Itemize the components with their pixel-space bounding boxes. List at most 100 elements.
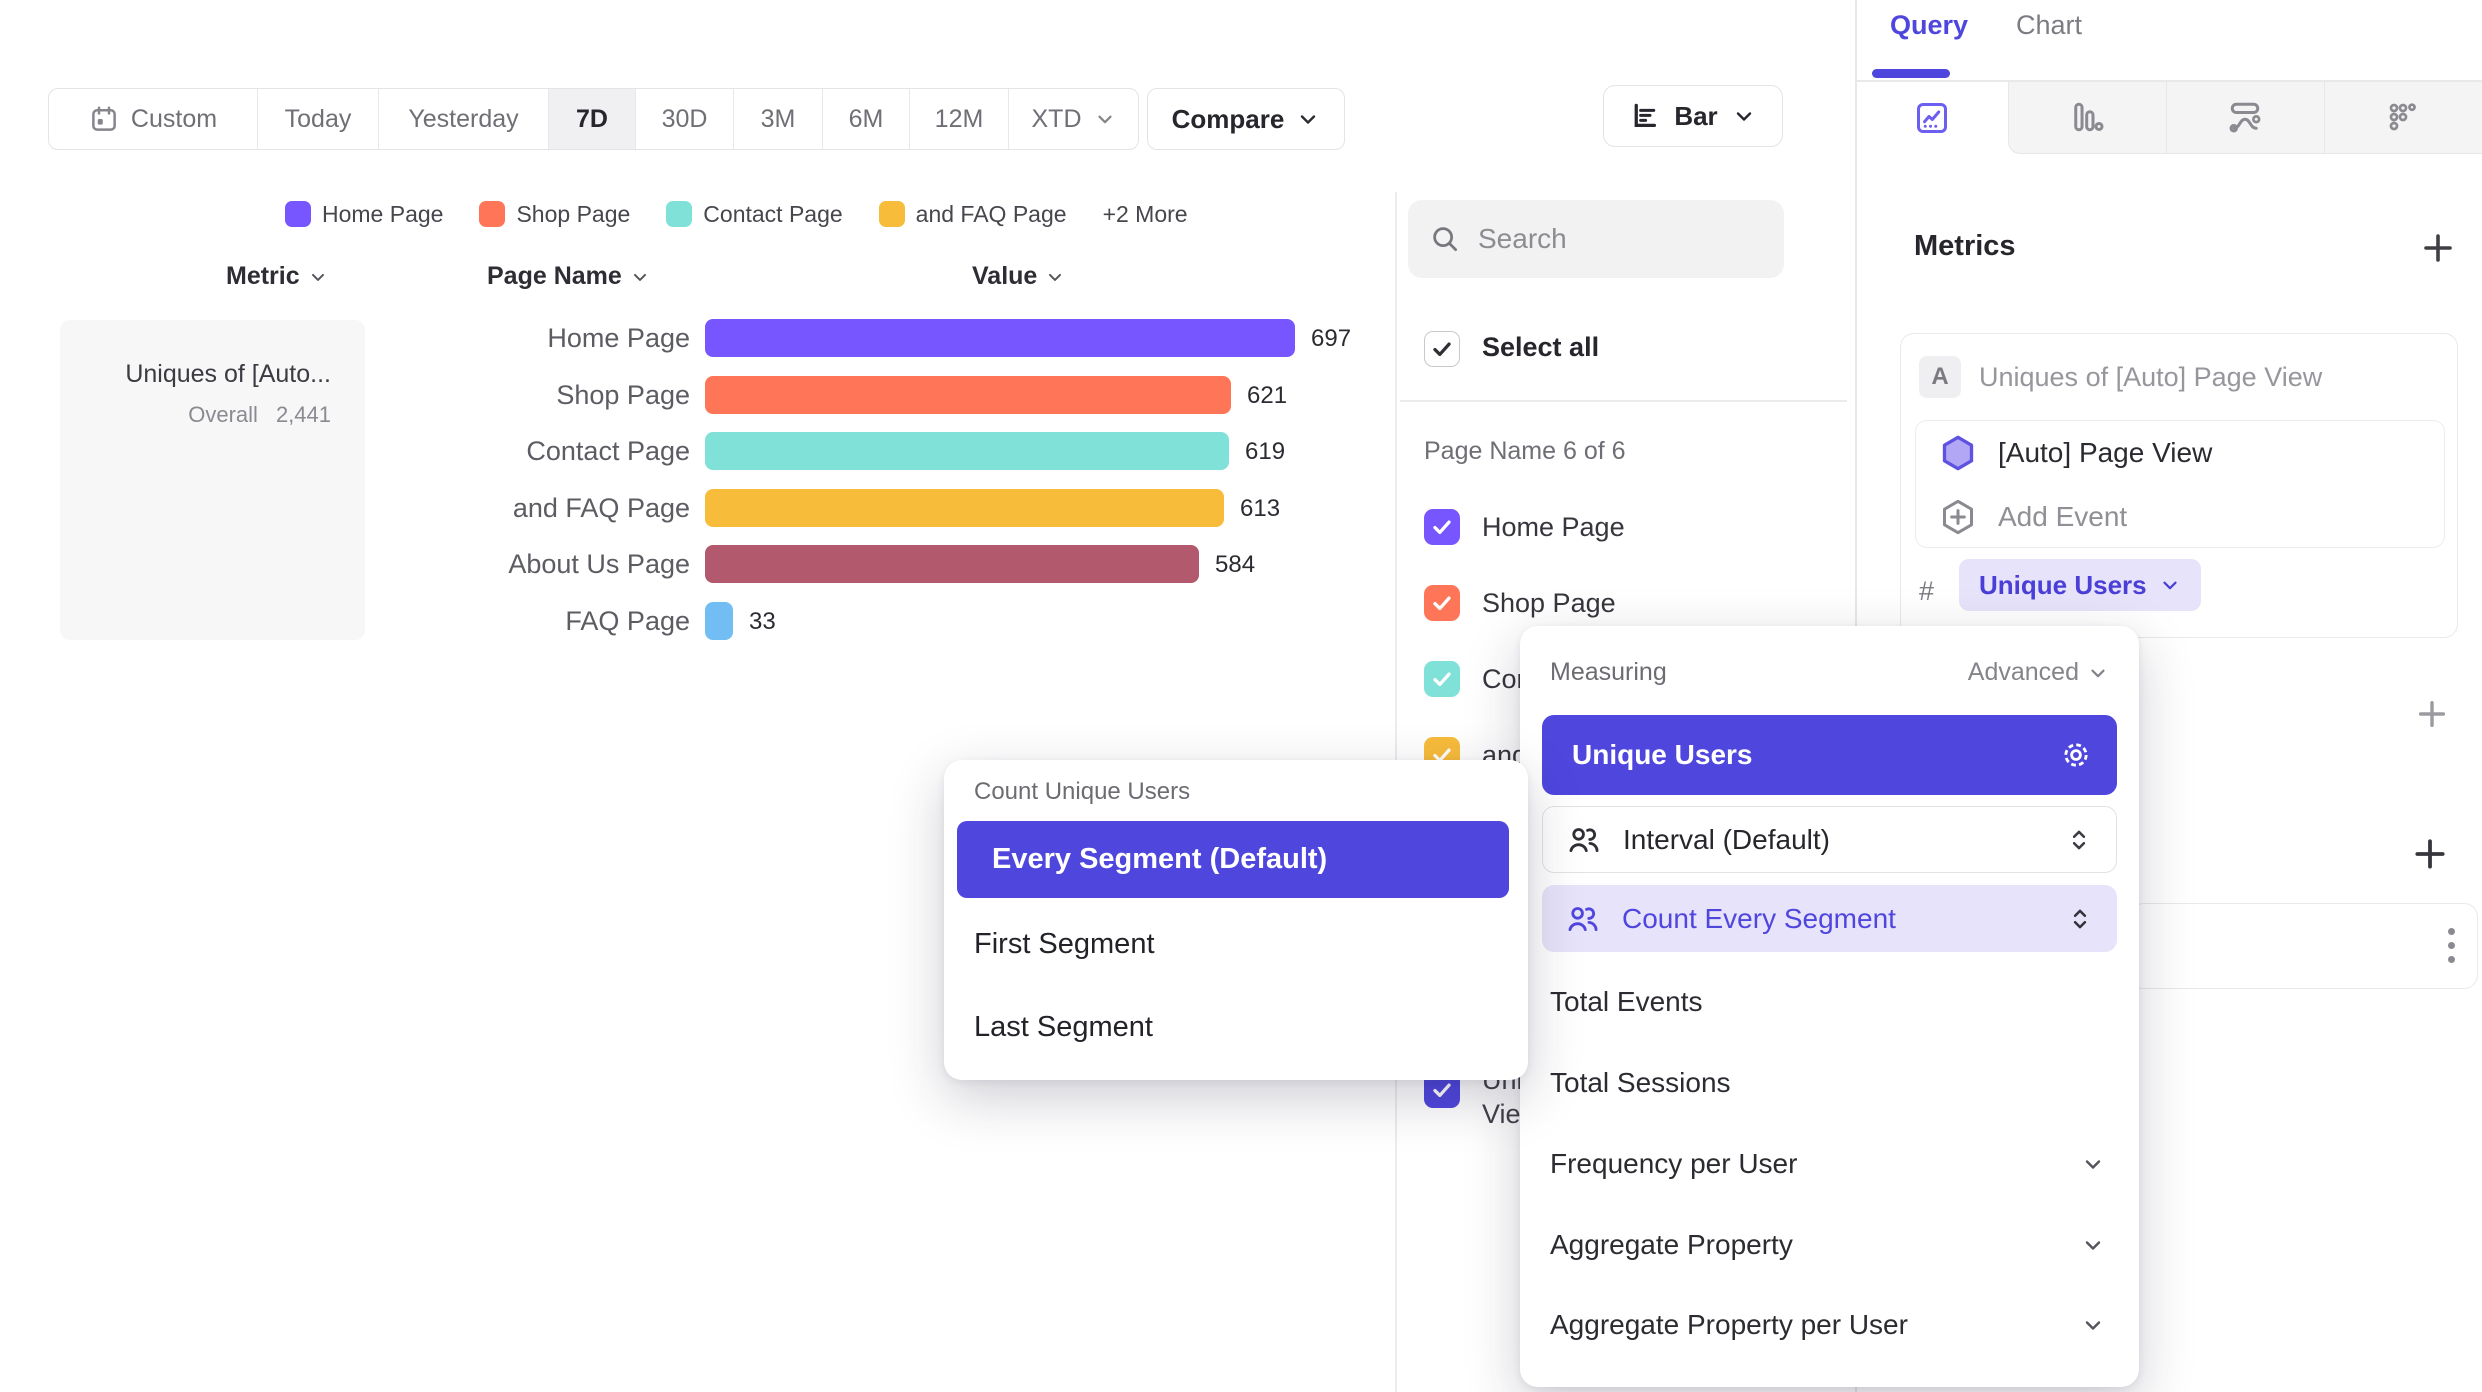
legend-label: and FAQ Page — [916, 201, 1067, 228]
measure-label: Unique Users — [1979, 570, 2147, 601]
count-option-last-segment[interactable]: Last Segment — [974, 999, 1153, 1055]
report-tab-flows[interactable] — [2167, 82, 2325, 153]
column-header-metric[interactable]: Metric — [226, 262, 328, 291]
date-range-label: 12M — [935, 105, 984, 134]
date-range-label: Today — [285, 105, 352, 134]
app-canvas: Custom Today Yesterday 7D 30D 3M 6M 12M … — [0, 0, 2482, 1392]
interval-selector[interactable]: Interval (Default) — [1542, 806, 2117, 873]
date-range-30d[interactable]: 30D — [636, 89, 734, 149]
report-tab-group — [2008, 82, 2482, 154]
selected-count-option: Every Segment (Default) — [992, 843, 1327, 876]
bar-chart: Home Page 697 Shop Page 621 Contact Page… — [0, 310, 1400, 660]
segment-label: Shop Page — [1482, 588, 1616, 619]
table-row: About Us Page 584 — [0, 536, 1400, 593]
measuring-option-unique-users[interactable]: Unique Users — [1542, 715, 2117, 795]
count-option-every-segment[interactable]: Every Segment (Default) — [957, 821, 1509, 898]
chevron-down-icon — [1732, 104, 1756, 128]
date-range-label: Yesterday — [408, 105, 518, 134]
count-option-first-segment[interactable]: First Segment — [974, 916, 1155, 972]
event-row[interactable]: [Auto] Page View — [1916, 421, 2444, 485]
bar — [705, 489, 1224, 527]
value-label: 619 — [1245, 423, 1285, 480]
add-metric-button[interactable] — [2418, 228, 2458, 268]
select-all-label[interactable]: Select all — [1482, 332, 1599, 363]
report-tab-insights[interactable] — [1857, 82, 2008, 154]
legend-item[interactable]: and FAQ Page — [879, 201, 1067, 228]
date-range-custom[interactable]: Custom — [49, 89, 258, 149]
plus-icon — [2415, 697, 2449, 731]
tab-chart[interactable]: Chart — [2016, 10, 2082, 41]
date-range-7d[interactable]: 7D — [549, 89, 636, 149]
select-all-checkbox[interactable] — [1424, 331, 1460, 367]
column-header-label: Value — [972, 262, 1037, 291]
add-filter-button[interactable] — [2412, 694, 2452, 734]
search-input[interactable] — [1478, 223, 1738, 255]
measuring-option[interactable]: Aggregate Property per User — [1550, 1297, 2109, 1353]
value-label: 584 — [1215, 536, 1255, 593]
stepper-icon[interactable] — [2067, 906, 2093, 932]
column-header-value[interactable]: Value — [972, 262, 1065, 291]
breakdown-card — [2130, 903, 2478, 989]
category-label: Shop Page — [290, 367, 690, 424]
legend-item[interactable]: Contact Page — [666, 201, 842, 228]
column-header-page-name[interactable]: Page Name — [487, 262, 650, 291]
advanced-dropdown[interactable]: Advanced — [1968, 658, 2109, 687]
compare-button[interactable]: Compare — [1147, 88, 1345, 150]
measuring-title: Measuring — [1550, 658, 1667, 687]
date-range-yesterday[interactable]: Yesterday — [379, 89, 549, 149]
stepper-icon[interactable] — [2066, 827, 2092, 853]
event-card: [Auto] Page View Add Event — [1915, 420, 2445, 548]
legend-label: Shop Page — [516, 201, 630, 228]
count-menu-title: Count Unique Users — [974, 778, 1190, 806]
value-label: 697 — [1311, 310, 1351, 367]
date-range-12m[interactable]: 12M — [910, 89, 1009, 149]
table-row: Contact Page 619 — [0, 423, 1400, 480]
chart-type-dropdown[interactable]: Bar — [1603, 85, 1783, 147]
table-row: Shop Page 621 — [0, 367, 1400, 424]
chevron-down-icon — [1296, 107, 1320, 131]
chart-legend: Home Page Shop Page Contact Page and FAQ… — [285, 200, 1188, 228]
report-tab-funnels[interactable] — [2009, 82, 2167, 153]
date-range-3m[interactable]: 3M — [734, 89, 823, 149]
date-range-label: 6M — [849, 105, 884, 134]
measuring-option-label: Total Events — [1550, 986, 1703, 1017]
count-mode-selector[interactable]: Count Every Segment — [1542, 885, 2117, 952]
chevron-down-icon — [2081, 1313, 2105, 1337]
measuring-option-label: Total Sessions — [1550, 1067, 1731, 1098]
add-event-row[interactable]: Add Event — [1916, 485, 2444, 549]
date-range-label: 3M — [761, 105, 796, 134]
measuring-option[interactable]: Frequency per User — [1550, 1136, 2109, 1192]
legend-swatch — [666, 201, 692, 227]
date-range-6m[interactable]: 6M — [823, 89, 910, 149]
segment-checkbox[interactable] — [1424, 509, 1460, 545]
category-label: FAQ Page — [290, 593, 690, 650]
measuring-option[interactable]: Total Sessions — [1550, 1055, 2109, 1111]
date-range-xtd[interactable]: XTD — [1009, 89, 1138, 149]
check-icon — [1429, 336, 1455, 362]
tab-query[interactable]: Query — [1890, 10, 1968, 41]
metric-card: A Uniques of [Auto] Page View [Auto] Pag… — [1900, 333, 2458, 638]
measuring-option-label: Frequency per User — [1550, 1148, 1797, 1179]
measure-dropdown[interactable]: Unique Users — [1959, 559, 2201, 611]
measuring-option[interactable]: Total Events — [1550, 974, 2109, 1030]
add-breakdown-button[interactable] — [2410, 834, 2450, 874]
list-divider — [1400, 400, 1847, 402]
gear-icon[interactable] — [2059, 738, 2093, 772]
report-tab-retention[interactable] — [2325, 82, 2482, 153]
flows-icon — [2227, 99, 2263, 135]
metrics-heading: Metrics — [1914, 230, 2016, 263]
more-options-button[interactable] — [2448, 928, 2455, 963]
category-label: About Us Page — [290, 536, 690, 593]
legend-item[interactable]: Shop Page — [479, 201, 630, 228]
measuring-header: Measuring Advanced — [1550, 658, 2109, 687]
legend-item[interactable]: Home Page — [285, 201, 443, 228]
legend-swatch — [285, 201, 311, 227]
measuring-option-label: Aggregate Property per User — [1550, 1309, 1908, 1340]
table-row: Home Page 697 — [0, 310, 1400, 367]
date-range-today[interactable]: Today — [258, 89, 379, 149]
measuring-option[interactable]: Aggregate Property — [1550, 1217, 2109, 1273]
segment-checkbox[interactable] — [1424, 661, 1460, 697]
segment-checkbox[interactable] — [1424, 585, 1460, 621]
chevron-down-icon — [308, 267, 328, 287]
legend-more-button[interactable]: +2 More — [1103, 201, 1188, 228]
